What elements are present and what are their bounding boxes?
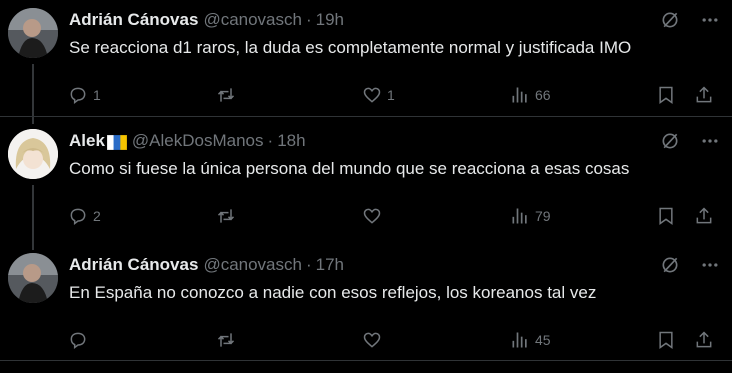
tweet-actions: 2 79: [68, 204, 718, 228]
tweet-actions: 45: [68, 328, 718, 352]
tweet[interactable]: Adrián Cánovas @canovasch · 17h En Españ…: [0, 253, 732, 361]
retweet-icon: [217, 209, 235, 223]
like-icon: [363, 87, 381, 103]
tweet-actions: 1 1 66: [68, 83, 718, 107]
views-icon: [512, 332, 527, 348]
share-button[interactable]: [694, 328, 714, 352]
like-button[interactable]: [362, 328, 387, 352]
bookmark-icon: [659, 207, 673, 225]
user-handle[interactable]: @canovasch: [203, 255, 302, 275]
retweet-button[interactable]: [216, 83, 241, 107]
bookmark-button[interactable]: [656, 204, 676, 228]
retweet-icon: [217, 88, 235, 102]
bookmark-button[interactable]: [656, 83, 676, 107]
bookmark-icon: [659, 86, 673, 104]
reply-icon: [70, 208, 86, 225]
grok-icon[interactable]: [660, 10, 680, 30]
separator-dot: ·: [305, 10, 312, 29]
avatar-image: [8, 8, 58, 58]
user-handle[interactable]: @canovasch: [203, 10, 302, 30]
retweet-button[interactable]: [216, 328, 241, 352]
grok-icon[interactable]: [660, 131, 680, 151]
views-button[interactable]: 79: [510, 204, 551, 228]
retweet-button[interactable]: [216, 204, 241, 228]
reply-button[interactable]: [68, 328, 93, 352]
tweet-divider: [0, 116, 732, 117]
tweet-text: Se reacciona d1 raros, la duda es comple…: [69, 38, 632, 57]
like-button[interactable]: 1: [362, 83, 395, 107]
like-icon: [363, 208, 381, 224]
bookmark-icon: [659, 331, 673, 349]
views-icon: [512, 208, 527, 224]
timestamp[interactable]: 18h: [277, 131, 305, 151]
canary-islands-flag-icon: [106, 134, 127, 150]
bookmark-button[interactable]: [656, 328, 676, 352]
thread-line: [32, 185, 34, 250]
tweet-text: Como si fuese la única persona del mundo…: [69, 159, 630, 178]
reply-button[interactable]: 1: [68, 83, 101, 107]
like-icon: [363, 332, 381, 348]
views-icon: [512, 87, 527, 103]
reply-button[interactable]: 2: [68, 204, 101, 228]
user-handle[interactable]: @AlekDosManos: [132, 131, 264, 151]
tweet-divider: [0, 360, 732, 361]
tweet[interactable]: Adrián Cánovas @canovasch · 19h Se reacc…: [0, 8, 732, 124]
avatar[interactable]: [8, 253, 58, 303]
tweet-top-actions: [660, 131, 720, 151]
avatar-image: [8, 253, 58, 303]
views-count: 79: [535, 208, 551, 224]
avatar[interactable]: [8, 8, 58, 58]
more-icon[interactable]: [700, 10, 720, 30]
timestamp[interactable]: 19h: [316, 10, 344, 30]
separator-dot: ·: [305, 255, 312, 274]
avatar-image: [8, 129, 58, 179]
views-button[interactable]: 45: [510, 328, 551, 352]
share-icon: [696, 331, 712, 348]
like-count: 1: [387, 87, 395, 103]
avatar[interactable]: [8, 129, 58, 179]
like-button[interactable]: [362, 204, 387, 228]
views-count: 66: [535, 87, 551, 103]
display-name[interactable]: Adrián Cánovas: [69, 10, 198, 30]
tweet-top-actions: [660, 10, 720, 30]
views-button[interactable]: 66: [510, 83, 551, 107]
reply-count: 2: [93, 208, 101, 224]
share-icon: [696, 86, 712, 103]
more-icon[interactable]: [700, 131, 720, 151]
grok-icon[interactable]: [660, 255, 680, 275]
reply-count: 1: [93, 87, 101, 103]
thread-line: [32, 64, 34, 124]
display-name[interactable]: Alek: [69, 131, 105, 151]
tweet-header: Adrián Cánovas @canovasch · 17h: [69, 253, 344, 277]
more-icon[interactable]: [700, 255, 720, 275]
display-name[interactable]: Adrián Cánovas: [69, 255, 198, 275]
share-button[interactable]: [694, 204, 714, 228]
separator-dot: ·: [267, 131, 274, 150]
views-count: 45: [535, 332, 551, 348]
tweet-header: Adrián Cánovas @canovasch · 19h: [69, 8, 344, 32]
tweet[interactable]: Alek @AlekDosManos · 18h Como si fuese l…: [0, 129, 732, 250]
reply-icon: [70, 332, 86, 349]
tweet-header: Alek @AlekDosManos · 18h: [69, 129, 306, 153]
tweet-top-actions: [660, 255, 720, 275]
reply-icon: [70, 87, 86, 104]
timestamp[interactable]: 17h: [316, 255, 344, 275]
share-button[interactable]: [694, 83, 714, 107]
share-icon: [696, 207, 712, 224]
tweet-text: En España no conozco a nadie con esos re…: [69, 283, 597, 302]
retweet-icon: [217, 333, 235, 347]
